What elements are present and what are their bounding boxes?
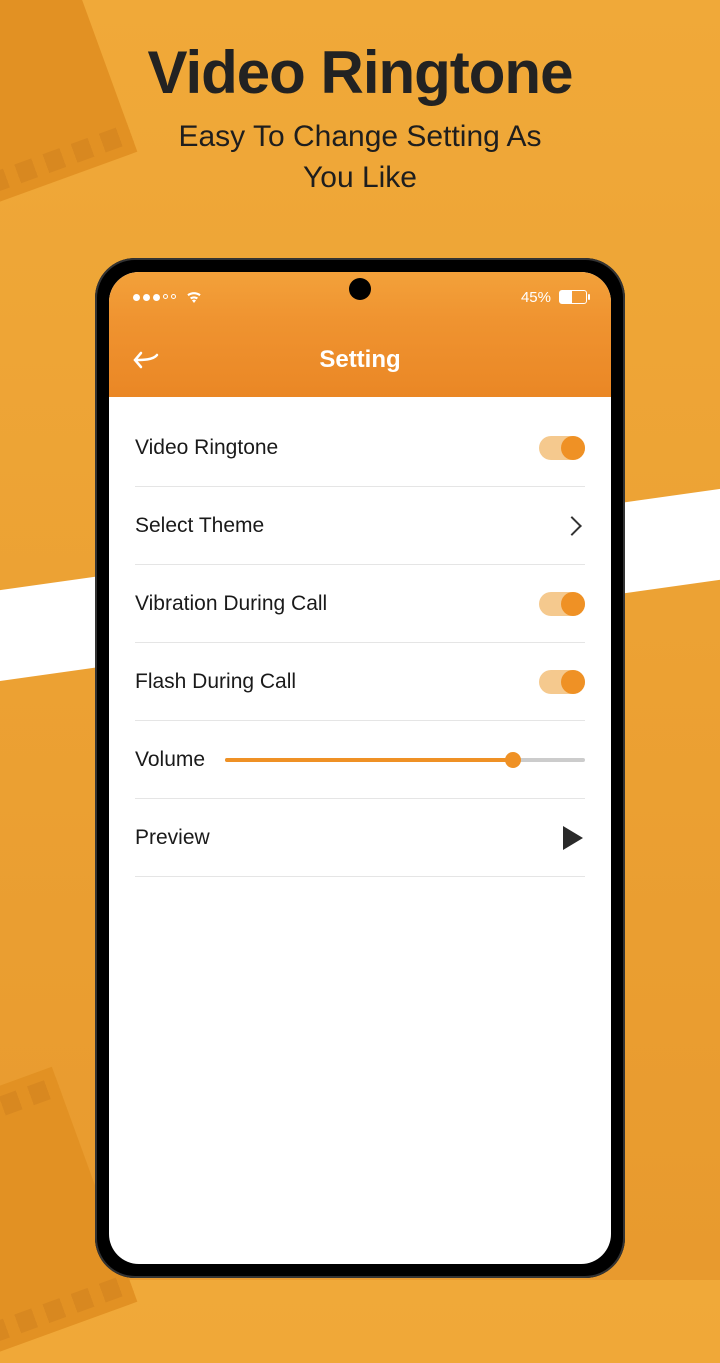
settings-list: Video Ringtone Select Theme Vibration Du…: [109, 397, 611, 877]
toggle-flash[interactable]: [539, 670, 585, 694]
app-header: Setting: [109, 322, 611, 397]
page-title: Setting: [319, 346, 400, 374]
screen: 45% Setting Video Ringtone Select Theme …: [109, 272, 611, 1264]
setting-flash[interactable]: Flash During Call: [135, 643, 585, 721]
setting-label: Flash During Call: [135, 670, 296, 694]
phone-frame: 45% Setting Video Ringtone Select Theme …: [95, 258, 625, 1278]
setting-label: Select Theme: [135, 514, 264, 538]
battery-icon: [559, 290, 587, 304]
toggle-video-ringtone[interactable]: [539, 436, 585, 460]
toggle-vibration[interactable]: [539, 592, 585, 616]
volume-slider[interactable]: [225, 758, 585, 762]
setting-select-theme[interactable]: Select Theme: [135, 487, 585, 565]
status-right: 45%: [521, 289, 587, 306]
battery-percent: 45%: [521, 289, 551, 306]
hero-subtitle: Easy To Change Setting As You Like: [0, 117, 720, 198]
camera-notch: [349, 278, 371, 300]
chevron-right-icon: [562, 516, 582, 536]
setting-vibration[interactable]: Vibration During Call: [135, 565, 585, 643]
setting-volume: Volume: [135, 721, 585, 799]
hero-section: Video Ringtone Easy To Change Setting As…: [0, 0, 720, 198]
back-icon[interactable]: [133, 349, 161, 371]
setting-preview[interactable]: Preview: [135, 799, 585, 877]
setting-label: Preview: [135, 826, 210, 850]
setting-label: Vibration During Call: [135, 592, 327, 616]
setting-label: Video Ringtone: [135, 436, 278, 460]
setting-video-ringtone[interactable]: Video Ringtone: [135, 409, 585, 487]
setting-label: Volume: [135, 748, 205, 772]
wifi-icon: [186, 291, 202, 303]
play-icon: [563, 826, 583, 850]
hero-title: Video Ringtone: [0, 38, 720, 107]
status-left: [133, 291, 202, 303]
signal-dots-icon: [133, 294, 176, 301]
